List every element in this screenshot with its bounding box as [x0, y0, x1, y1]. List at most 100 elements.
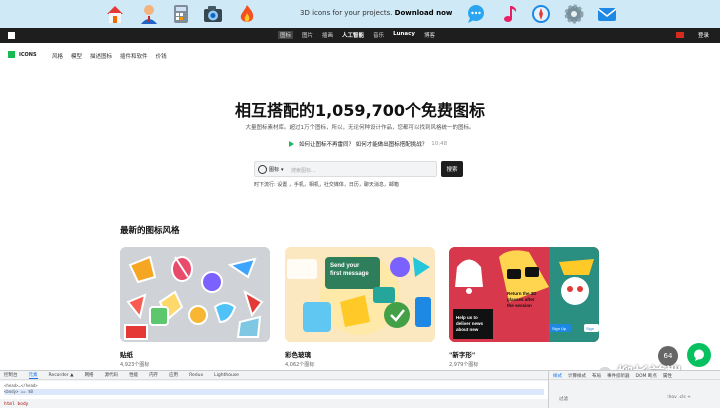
nav-item-lunacy[interactable]: Lunacy [393, 31, 415, 39]
site-link-pricing[interactable]: 价钱 [156, 52, 167, 60]
devtools-tab-network[interactable]: 网络 [85, 372, 94, 378]
stickers-preview-image [120, 247, 270, 342]
search-input[interactable]: 搜索图标... [291, 167, 316, 174]
svg-text:glasses after: glasses after [507, 297, 535, 302]
devtools-tab-sources[interactable]: 源代码 [105, 372, 119, 378]
styles-tab-dom-breakpoints[interactable]: DOM 断点 [636, 373, 657, 379]
banner-message: 3D icons for your projects. Download now [300, 9, 453, 17]
nav-item-blog[interactable]: 博客 [424, 31, 435, 39]
video-duration: 10:48 [431, 141, 448, 147]
card-count-colored-glass: 4,062个图标 [285, 362, 315, 368]
devtools-tabs: 控制台 元素 Recorder ▲ 网络 源代码 性能 内存 应用 Redux … [0, 371, 548, 380]
login-button[interactable]: 登录 [698, 31, 709, 39]
card-label-stickers[interactable]: 贴纸 [120, 349, 133, 359]
chat-bubble-3d-icon [465, 3, 487, 25]
top-navigation: 图标 图片 插画 人工智能 音乐 Lunacy 博客 登录 [0, 28, 720, 43]
card-count-new-glyph: 2,979个图标 [449, 362, 479, 368]
site-link-plugins[interactable]: 插件和软件 [120, 52, 148, 60]
mail-3d-icon [596, 3, 618, 25]
chevron-down-icon: ▾ [281, 166, 284, 173]
fire-3d-icon [236, 3, 258, 25]
page-title: 相互搭配的1,059,700个免费图标 [234, 101, 486, 120]
house-3d-icon [104, 3, 126, 25]
styles-tab-listeners[interactable]: 事件侦听器 [607, 373, 630, 379]
styles-tab-properties[interactable]: 属性 [663, 373, 672, 379]
styles-filter-input[interactable]: 过滤 [559, 396, 568, 402]
site-links: 风格 模型 描述图标 插件和软件 价钱 [52, 52, 167, 60]
devtools-tab-redux[interactable]: Redux [189, 373, 203, 378]
svg-text:deliver news: deliver news [456, 321, 484, 326]
devtools-tab-elements[interactable]: 元素 [28, 372, 38, 379]
devtools-tab-performance[interactable]: 性能 [129, 372, 138, 378]
brand-name: ICONS [19, 51, 37, 58]
trending-searches[interactable]: 时下流行: 设置 ，手机，相机，社交媒体，日历，聊天消息，邮箱 [254, 181, 399, 188]
site-link-styles[interactable]: 风格 [52, 52, 63, 60]
svg-text:Send your: Send your [330, 263, 360, 269]
devtools-tab-console[interactable]: 控制台 [4, 372, 18, 378]
svg-text:Help us to: Help us to [456, 315, 478, 320]
chat-support-button[interactable] [687, 343, 711, 367]
style-card-colored-glass[interactable]: Send your first message [285, 247, 435, 342]
new-glyph-preview-image: Return the 3D glasses after the session … [449, 247, 599, 342]
nav-item-ai[interactable]: 人工智能 [342, 31, 364, 39]
language-flag-icon[interactable] [676, 32, 684, 38]
card-count-stickers: 4,923个图标 [120, 362, 150, 368]
top-nav-items: 图标 图片 插画 人工智能 音乐 Lunacy 博客 [278, 31, 435, 39]
person-3d-icon [138, 3, 160, 25]
devtools-tab-memory[interactable]: 内存 [149, 372, 158, 378]
svg-text:about new: about new [456, 327, 479, 332]
hov-cls-toggle-buttons[interactable]: :hov .cls + [667, 395, 691, 400]
card-label-colored-glass[interactable]: 彩色玻璃 [285, 349, 311, 359]
search-type-dropdown[interactable]: 图标 ▾ [258, 165, 284, 174]
promo-banner[interactable]: 3D icons for your projects. Download now [0, 0, 720, 28]
browser-viewport: { "banner": { "message": "3D icons for y… [0, 0, 720, 408]
download-now-link[interactable]: Download now [395, 9, 453, 17]
styles-pane: 样式 计算样式 布局 事件侦听器 DOM 断点 属性 过滤 [548, 371, 720, 408]
compass-3d-icon [530, 3, 552, 25]
icon-type-icon [258, 165, 267, 174]
nav-item-photos[interactable]: 图片 [302, 31, 313, 39]
search-type-label: 图标 [269, 167, 280, 173]
brand-square-icon [8, 51, 15, 58]
video-tip-text: 如何让图标不再雷同？ 如何才能做出图标搭配挑战？ [299, 142, 428, 148]
styles-tabs: 样式 计算样式 布局 事件侦听器 DOM 断点 属性 [549, 371, 720, 380]
nav-item-illustrations[interactable]: 插画 [322, 31, 333, 39]
svg-text:Sign Up: Sign Up [552, 326, 567, 331]
svg-text:first message: first message [330, 271, 369, 277]
calculator-3d-icon [170, 3, 192, 25]
svg-text:Return the 3D: Return the 3D [507, 291, 537, 296]
gear-3d-icon [563, 3, 585, 25]
styles-tab-layout[interactable]: 布局 [592, 373, 601, 379]
nav-item-music[interactable]: 音乐 [373, 31, 384, 39]
icons8-logo-icon[interactable] [8, 32, 15, 39]
chat-icon [694, 349, 704, 361]
section-title: 最新的图标风格 [120, 226, 180, 236]
style-card-stickers[interactable] [120, 247, 270, 342]
site-link-describe-icons[interactable]: 描述图标 [90, 52, 112, 60]
search-box: 图标 ▾ 搜索图标... [254, 161, 437, 177]
page-subtitle: 大量图标素材库。超过1万个图标，所以，无论何种设计作品，您都可以找到风格统一的图… [245, 125, 475, 131]
dom-breadcrumbs[interactable]: html body [0, 399, 548, 408]
music-note-3d-icon [498, 3, 520, 25]
camera-3d-icon [202, 3, 224, 25]
colored-glass-preview-image: Send your first message [285, 247, 435, 342]
devtools-panel: 控制台 元素 Recorder ▲ 网络 源代码 性能 内存 应用 Redux … [0, 370, 720, 408]
search-button[interactable]: 搜索 [441, 161, 463, 177]
devtools-tab-lighthouse[interactable]: Lighthouse [214, 373, 239, 378]
video-tip-link[interactable]: 如何让图标不再雷同？ 如何才能做出图标搭配挑战？ 10:48 [289, 140, 447, 148]
styles-tab-styles[interactable]: 样式 [553, 373, 562, 379]
site-header: ICONS 风格 模型 描述图标 插件和软件 价钱 [0, 43, 720, 67]
dom-line-body[interactable]: <body> == $0 [4, 389, 544, 395]
brand-logo[interactable]: ICONS [8, 51, 37, 58]
play-icon [289, 141, 295, 147]
card-label-new-glyph[interactable]: "新字形" [449, 349, 475, 359]
dom-tree[interactable]: <head>…</head> <body> == $0 [0, 381, 548, 399]
svg-text:the session: the session [507, 303, 532, 308]
svg-text:Sign: Sign [586, 326, 594, 331]
devtools-tab-recorder[interactable]: Recorder ▲ [49, 373, 74, 378]
devtools-tab-application[interactable]: 应用 [169, 372, 178, 378]
site-link-collections[interactable]: 模型 [71, 52, 82, 60]
nav-item-icons[interactable]: 图标 [278, 31, 294, 39]
style-card-new-glyph[interactable]: Return the 3D glasses after the session … [449, 247, 599, 342]
styles-tab-computed[interactable]: 计算样式 [568, 373, 586, 379]
